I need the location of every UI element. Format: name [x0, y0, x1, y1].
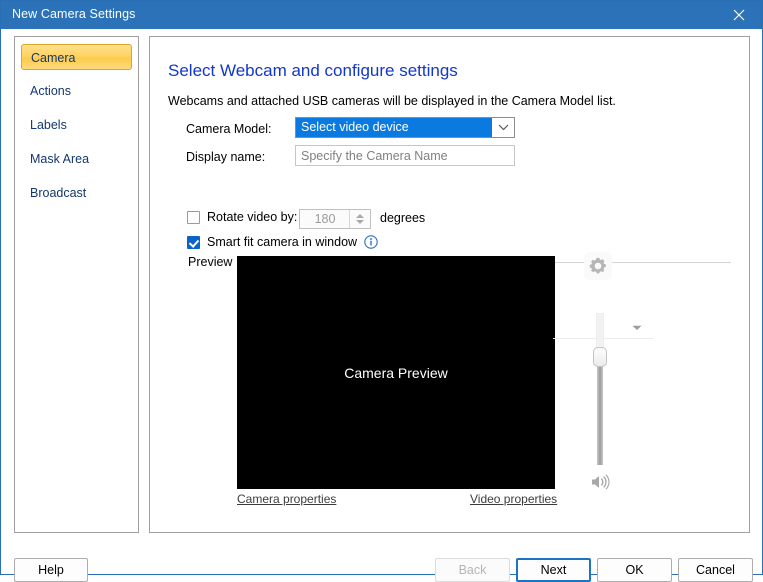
rotate-video-row: Rotate video by:	[187, 210, 297, 224]
camera-properties-link[interactable]: Camera properties	[237, 492, 336, 506]
camera-preview-area: Camera Preview	[237, 256, 555, 489]
smart-fit-label: Smart fit camera in window	[207, 235, 358, 249]
sidebar-item-actions[interactable]: Actions	[21, 78, 132, 104]
rotate-video-label: Rotate video by:	[207, 210, 298, 224]
dialog-body: Camera Actions Labels Mask Area Broadcas…	[1, 29, 762, 582]
sidebar-item-label: Camera	[31, 51, 76, 65]
stepper-down-icon[interactable]	[356, 220, 364, 224]
page-description: Webcams and attached USB cameras will be…	[168, 94, 616, 108]
new-camera-settings-dialog: New Camera Settings Camera Actions Label…	[0, 0, 763, 582]
camera-model-selected-value: Select video device	[296, 118, 492, 137]
sidebar-item-label: Labels	[30, 118, 67, 132]
slider-track-lower	[597, 358, 603, 465]
preview-group-label: Preview	[188, 255, 238, 269]
sidebar-item-broadcast[interactable]: Broadcast	[21, 180, 132, 206]
gear-icon[interactable]	[584, 252, 612, 280]
info-icon[interactable]	[364, 235, 378, 249]
rotate-degrees-value: 180	[314, 212, 336, 226]
camera-model-label: Camera Model:	[186, 122, 272, 136]
volume-icon[interactable]	[589, 472, 611, 492]
settings-content-panel: Select Webcam and configure settings Web…	[149, 36, 750, 533]
sidebar-item-label: Mask Area	[30, 152, 90, 166]
slider-thumb[interactable]	[593, 347, 607, 367]
camera-preview-text: Camera Preview	[344, 364, 448, 381]
ok-button[interactable]: OK	[597, 558, 672, 582]
video-properties-link[interactable]: Video properties	[470, 492, 557, 506]
cancel-button[interactable]: Cancel	[678, 558, 753, 582]
rotate-degrees-stepper[interactable]: 180	[299, 209, 371, 229]
display-name-label: Display name:	[186, 150, 266, 164]
degrees-unit-label: degrees	[380, 211, 426, 225]
close-icon[interactable]	[716, 1, 762, 29]
sidebar-item-labels[interactable]: Labels	[21, 112, 132, 138]
stepper-up-icon[interactable]	[356, 214, 364, 218]
chevron-down-icon[interactable]	[631, 324, 643, 332]
sidebar-item-mask-area[interactable]: Mask Area	[21, 146, 132, 172]
next-button[interactable]: Next	[516, 558, 591, 582]
sidebar-item-label: Actions	[30, 84, 71, 98]
smart-fit-row: Smart fit camera in window	[187, 235, 378, 249]
back-button: Back	[435, 558, 510, 582]
dialog-footer: Help Back Next OK Cancel	[1, 541, 762, 582]
sidebar-item-label: Broadcast	[30, 186, 87, 200]
display-name-input[interactable]	[295, 145, 515, 166]
page-title: Select Webcam and configure settings	[168, 61, 458, 80]
help-button[interactable]: Help	[14, 558, 88, 582]
settings-nav-sidebar: Camera Actions Labels Mask Area Broadcas…	[14, 36, 139, 533]
smart-fit-checkbox[interactable]	[187, 235, 200, 249]
rotate-video-checkbox[interactable]	[187, 210, 200, 224]
chevron-down-icon	[492, 118, 514, 137]
stepper-arrows[interactable]	[349, 210, 370, 228]
title-bar: New Camera Settings	[1, 1, 762, 29]
window-title: New Camera Settings	[12, 7, 136, 21]
camera-model-dropdown[interactable]: Select video device	[295, 117, 515, 138]
volume-slider[interactable]	[593, 313, 607, 465]
sidebar-item-camera[interactable]: Camera	[21, 44, 132, 70]
